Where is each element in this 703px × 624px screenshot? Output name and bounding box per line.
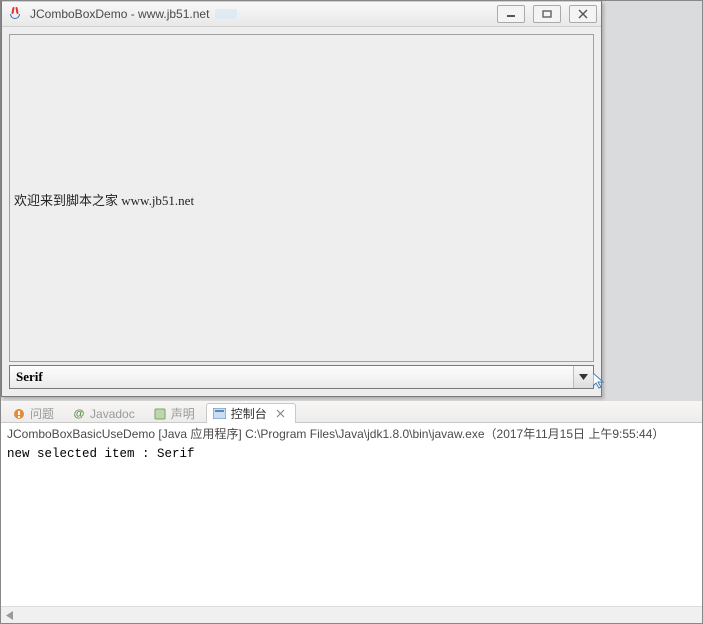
swing-window: JComboBoxDemo - www.jb51.net 欢迎来到脚本之家 ww… bbox=[1, 1, 602, 397]
console-icon bbox=[213, 407, 227, 421]
chevron-down-icon bbox=[579, 374, 588, 380]
declaration-icon bbox=[153, 407, 167, 421]
scroll-left-button[interactable] bbox=[1, 607, 18, 624]
problems-icon bbox=[12, 407, 26, 421]
tab-console-label: 控制台 bbox=[231, 405, 267, 422]
window-title: JComboBoxDemo - www.jb51.net bbox=[30, 7, 209, 21]
tab-javadoc-label: Javadoc bbox=[90, 407, 135, 421]
window-client-area: 欢迎来到脚本之家 www.jb51.net Serif bbox=[7, 32, 596, 391]
java-icon bbox=[8, 6, 24, 22]
tab-problems[interactable]: 问题 bbox=[5, 403, 63, 423]
javadoc-icon: @ bbox=[72, 407, 86, 421]
console-output[interactable]: new selected item : Serif bbox=[1, 445, 702, 600]
content-panel: 欢迎来到脚本之家 www.jb51.net bbox=[9, 34, 594, 362]
tab-console-close[interactable] bbox=[275, 408, 287, 420]
eclipse-tabs-bar: 问题 @ Javadoc 声明 控制台 bbox=[1, 401, 702, 423]
tab-problems-label: 问题 bbox=[30, 405, 54, 422]
titlebar-smudge bbox=[215, 9, 237, 19]
tab-console[interactable]: 控制台 bbox=[206, 403, 296, 423]
window-titlebar[interactable]: JComboBoxDemo - www.jb51.net bbox=[2, 1, 601, 27]
close-icon bbox=[276, 409, 285, 418]
combobox-dropdown-button[interactable] bbox=[573, 366, 593, 388]
chevron-left-icon bbox=[6, 611, 13, 620]
tab-declaration-label: 声明 bbox=[171, 405, 195, 422]
console-run-header: JComboBoxBasicUseDemo [Java 应用程序] C:\Pro… bbox=[1, 423, 702, 445]
eclipse-panel: 问题 @ Javadoc 声明 控制台 bbox=[1, 401, 702, 623]
console-horizontal-scrollbar[interactable] bbox=[1, 606, 702, 623]
close-button[interactable] bbox=[569, 5, 597, 23]
close-icon bbox=[578, 9, 588, 19]
font-combobox[interactable]: Serif bbox=[9, 365, 594, 389]
scrollbar-track[interactable] bbox=[18, 607, 702, 623]
maximize-icon bbox=[542, 10, 552, 18]
combobox-selected-value: Serif bbox=[10, 369, 573, 385]
minimize-button[interactable] bbox=[497, 5, 525, 23]
tab-declaration[interactable]: 声明 bbox=[146, 403, 204, 423]
minimize-icon bbox=[506, 10, 516, 18]
tab-javadoc[interactable]: @ Javadoc bbox=[65, 403, 144, 423]
screenshot-root: JComboBoxDemo - www.jb51.net 欢迎来到脚本之家 ww… bbox=[0, 0, 703, 624]
welcome-label: 欢迎来到脚本之家 www.jb51.net bbox=[14, 190, 194, 209]
maximize-button[interactable] bbox=[533, 5, 561, 23]
